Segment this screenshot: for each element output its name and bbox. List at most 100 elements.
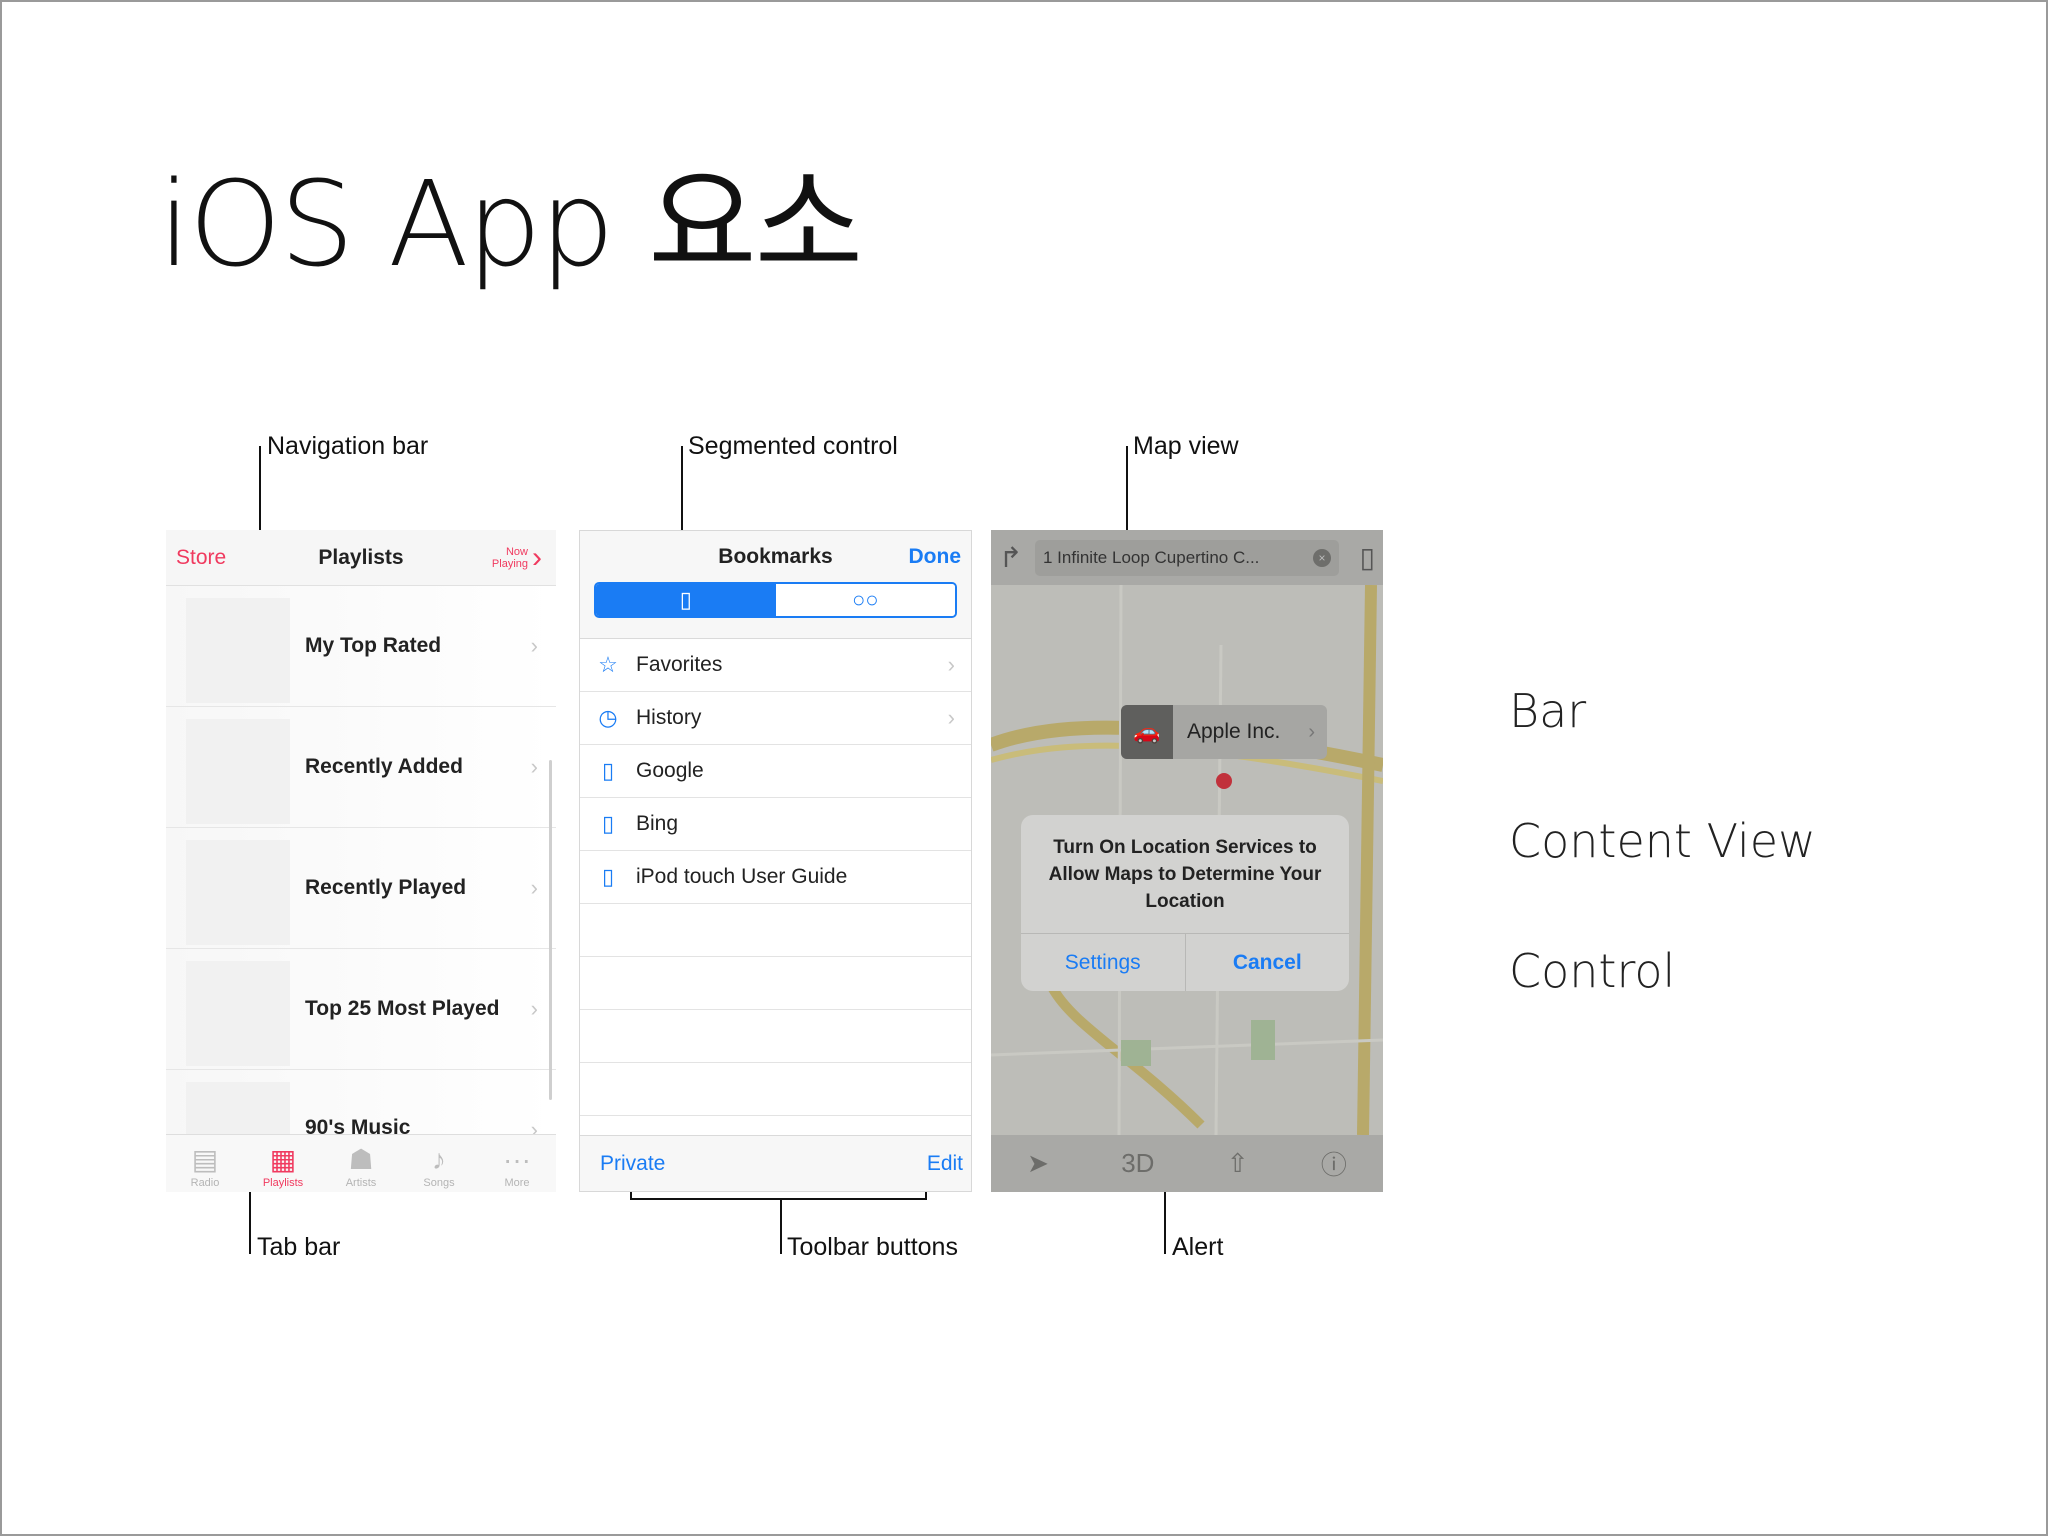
- chevron-right-icon: ›: [530, 996, 538, 1021]
- bookmark-label: Google: [636, 759, 704, 782]
- scroll-indicator[interactable]: [549, 760, 552, 1100]
- tab-label: Playlists: [262, 1177, 304, 1189]
- private-button[interactable]: Private: [600, 1152, 665, 1176]
- callout-navigation-bar: Navigation bar: [267, 432, 429, 460]
- now-playing-line2: Playing: [491, 557, 528, 570]
- car-icon[interactable]: 🚗: [1121, 705, 1173, 759]
- tab-more[interactable]: ··· More: [478, 1135, 556, 1192]
- location-arrow-icon[interactable]: ➤: [1027, 1148, 1049, 1179]
- bookmark-item[interactable]: ◷ History ›: [580, 692, 971, 745]
- callout-alert: Alert: [1172, 1233, 1224, 1261]
- now-playing-button[interactable]: Now Playing ›: [491, 540, 542, 574]
- empty-row: [580, 904, 971, 957]
- playlist-row[interactable]: Recently Added ›: [166, 707, 556, 828]
- callout-segmented-control: Segmented control: [688, 432, 898, 460]
- playlist-label: Recently Added: [305, 755, 463, 778]
- map-view[interactable]: 🚗 Apple Inc. › Turn On Location Services…: [991, 584, 1383, 1136]
- chevron-right-icon: ›: [1308, 720, 1315, 743]
- slide-title: iOS App 요소: [158, 155, 863, 293]
- chevron-right-icon: ›: [947, 652, 955, 677]
- playlist-label: Recently Played: [305, 876, 467, 899]
- segment-reading-list[interactable]: ○○: [775, 584, 955, 616]
- bookmark-label: Favorites: [636, 653, 723, 676]
- safari-app-screenshot: Bookmarks Done ▯ ○○ ☆ Favorites › ◷ History…: [579, 530, 972, 1192]
- chevron-right-icon: ›: [532, 540, 542, 574]
- tab-radio[interactable]: ▤ Radio: [166, 1135, 244, 1192]
- chevron-right-icon: ›: [530, 875, 538, 900]
- music-navigation-bar: Store Playlists Now Playing ›: [166, 530, 556, 586]
- playlist-label: My Top Rated: [305, 634, 442, 657]
- book-icon: ▯: [601, 758, 615, 783]
- tab-label: More: [504, 1177, 530, 1189]
- tab-playlists[interactable]: ▦ Playlists: [244, 1135, 322, 1192]
- done-button[interactable]: Done: [909, 545, 962, 569]
- bookmark-item[interactable]: ▯ Bing: [580, 798, 971, 851]
- star-icon: ☆: [598, 652, 618, 677]
- playlist-artwork: [186, 719, 290, 824]
- bookmarks-navigation-bar: Bookmarks Done ▯ ○○: [580, 531, 971, 639]
- empty-row: [580, 1063, 971, 1116]
- book-icon: ▯: [679, 587, 692, 612]
- segment-bookmarks[interactable]: ▯: [596, 584, 776, 616]
- map-annotation-callout[interactable]: 🚗 Apple Inc. ›: [1121, 705, 1327, 759]
- bookmark-item[interactable]: ☆ Favorites ›: [580, 639, 971, 692]
- search-text: 1 Infinite Loop Cupertino C...: [1043, 547, 1260, 567]
- clock-icon: ◷: [598, 705, 618, 730]
- tab-songs[interactable]: ♪ Songs: [400, 1135, 478, 1192]
- label-bar: Bar: [1509, 684, 1587, 738]
- 3d-button[interactable]: 3D: [1121, 1148, 1154, 1179]
- book-icon: ▯: [601, 864, 615, 889]
- maps-top-bar: ↱ 1 Infinite Loop Cupertino C... × ▯: [991, 530, 1383, 585]
- safari-toolbar: Private Edit: [580, 1135, 971, 1191]
- book-icon: ▯: [601, 811, 615, 836]
- map-pin-icon[interactable]: [1216, 773, 1232, 789]
- empty-row: [580, 1010, 971, 1063]
- maps-app-screenshot: ↱ 1 Infinite Loop Cupertino C... × ▯ 🚗 A…: [991, 530, 1383, 1192]
- music-tab-bar: ▤ Radio ▦ Playlists ☗ Artists ♪ Songs ··· Mor…: [166, 1134, 556, 1192]
- tab-label: Radio: [190, 1177, 220, 1189]
- tab-label: Songs: [423, 1177, 455, 1189]
- radio-icon: ▤: [191, 1144, 219, 1175]
- segmented-control: ▯ ○○: [594, 582, 957, 618]
- label-control: Control: [1509, 944, 1676, 998]
- callout-toolbar-buttons: Toolbar buttons: [787, 1233, 958, 1261]
- annotation-title: Apple Inc.: [1187, 720, 1281, 743]
- directions-icon[interactable]: ↱: [999, 541, 1035, 574]
- more-icon: ···: [503, 1144, 531, 1175]
- label-content-view: Content View: [1509, 814, 1816, 868]
- playlist-row[interactable]: Recently Played ›: [166, 828, 556, 949]
- alert-buttons: Settings Cancel: [1021, 933, 1349, 991]
- chevron-right-icon: ›: [530, 633, 538, 658]
- playlists-icon: ▦: [269, 1144, 297, 1175]
- songs-icon: ♪: [432, 1144, 446, 1175]
- chevron-right-icon: ›: [530, 754, 538, 779]
- bookmark-label: iPod touch User Guide: [636, 865, 848, 888]
- now-playing-line1: Now: [505, 545, 528, 558]
- empty-row: [580, 957, 971, 1010]
- location-alert: Turn On Location Services to Allow Maps …: [1021, 815, 1349, 991]
- leader-line-toolbar-buttons: [780, 1198, 782, 1254]
- edit-button[interactable]: Edit: [927, 1152, 963, 1176]
- search-field[interactable]: 1 Infinite Loop Cupertino C... ×: [1035, 539, 1339, 576]
- store-button[interactable]: Store: [176, 546, 226, 570]
- playlist-row[interactable]: Top 25 Most Played ›: [166, 949, 556, 1070]
- bookmarks-icon[interactable]: ▯: [1339, 541, 1375, 574]
- playlist-label: Top 25 Most Played: [305, 997, 500, 1020]
- callout-map-view: Map view: [1133, 432, 1239, 460]
- glasses-icon: ○○: [851, 587, 879, 612]
- tab-label: Artists: [345, 1177, 377, 1189]
- bookmark-item[interactable]: ▯ iPod touch User Guide: [580, 851, 971, 904]
- leader-bracket-bottom: [630, 1198, 927, 1200]
- artists-icon: ☗: [348, 1144, 374, 1175]
- settings-button[interactable]: Settings: [1021, 934, 1186, 991]
- playlist-artwork: [186, 961, 290, 1066]
- bookmark-item[interactable]: ▯ Google: [580, 745, 971, 798]
- info-icon[interactable]: ⓘ: [1321, 1145, 1347, 1182]
- share-icon[interactable]: ⇧: [1227, 1148, 1249, 1179]
- clear-icon[interactable]: ×: [1313, 548, 1331, 567]
- tab-artists[interactable]: ☗ Artists: [322, 1135, 400, 1192]
- cancel-button[interactable]: Cancel: [1186, 934, 1350, 991]
- playlist-row[interactable]: My Top Rated ›: [166, 586, 556, 707]
- callout-tab-bar: Tab bar: [257, 1233, 341, 1261]
- playlist-artwork: [186, 598, 290, 703]
